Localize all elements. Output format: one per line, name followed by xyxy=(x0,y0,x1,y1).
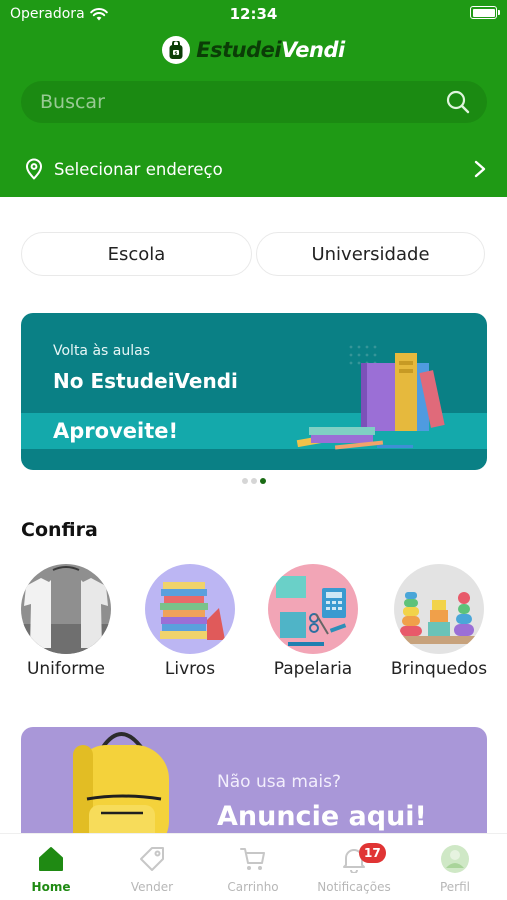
avatar-icon xyxy=(441,845,469,873)
carousel-dots xyxy=(0,478,507,484)
battery-icon xyxy=(470,6,500,19)
carousel-dot[interactable] xyxy=(241,478,248,484)
category-label: Uniforme xyxy=(26,659,106,679)
category-label: Papelaria xyxy=(273,659,353,679)
books-illustration xyxy=(296,345,445,450)
segment-universidade[interactable]: Universidade xyxy=(256,232,485,276)
segment-escola[interactable]: Escola xyxy=(21,232,252,276)
category-papelaria[interactable]: Papelaria xyxy=(253,564,373,679)
tab-home[interactable]: Home xyxy=(1,844,101,894)
tab-vender[interactable]: Vender xyxy=(102,844,202,894)
books-photo xyxy=(145,564,235,654)
category-label: Livros xyxy=(164,659,216,679)
category-label: Brinquedos xyxy=(390,659,488,679)
tshirt-photo xyxy=(21,564,111,654)
location-pin-icon xyxy=(26,158,42,180)
sell-promo-banner[interactable]: Não usa mais? Anuncie aqui! xyxy=(21,727,487,847)
chevron-right-icon xyxy=(474,160,486,178)
tab-label: Perfil xyxy=(439,880,471,894)
address-selector[interactable]: Selecionar endereço xyxy=(24,152,487,186)
backpack-illustration xyxy=(73,732,169,847)
logo-text: EstudeiVendi xyxy=(196,38,345,62)
header: Operadora 12:34 $ EstudeiVendi Buscar Se… xyxy=(0,0,507,197)
address-label: Selecionar endereço xyxy=(54,159,223,179)
app-screen: Operadora 12:34 $ EstudeiVendi Buscar Se… xyxy=(0,0,507,900)
section-title-confira: Confira xyxy=(21,519,98,541)
category-list: Uniforme Livros Papelaria Brinquedos xyxy=(0,564,507,694)
tab-label: Notificações xyxy=(317,880,391,894)
notification-count-badge: 17 xyxy=(359,843,386,863)
backpack-logo-icon: $ xyxy=(162,36,191,64)
promo-line1: Não usa mais? xyxy=(217,772,341,792)
category-uniforme[interactable]: Uniforme xyxy=(6,564,126,679)
search-bar[interactable]: Buscar xyxy=(21,81,487,123)
status-bar: Operadora 12:34 xyxy=(0,0,507,28)
app-logo: $ EstudeiVendi xyxy=(0,33,507,67)
search-input[interactable]: Buscar xyxy=(40,91,445,113)
tab-label: Home xyxy=(31,880,71,894)
banner-subtitle: Volta às aulas xyxy=(53,343,151,359)
tab-notificacoes[interactable]: 17 Notificações xyxy=(304,843,404,894)
clock: 12:34 xyxy=(229,5,278,23)
bottom-tab-bar: Home Vender Carrinho 17 Notificações Per… xyxy=(0,833,507,900)
cart-icon xyxy=(240,848,265,870)
svg-text:$: $ xyxy=(175,50,178,56)
tab-carrinho[interactable]: Carrinho xyxy=(203,844,303,894)
promo-banner-carousel[interactable]: Volta às aulas No EstudeiVendi Aproveite… xyxy=(21,313,487,470)
category-livros[interactable]: Livros xyxy=(130,564,250,679)
logo-text-vendi: Vendi xyxy=(281,38,345,62)
toys-photo xyxy=(394,564,484,654)
logo-text-estudei: Estudei xyxy=(196,38,282,62)
search-icon[interactable] xyxy=(445,89,471,115)
category-brinquedos[interactable]: Brinquedos xyxy=(379,564,499,679)
tag-icon xyxy=(140,847,164,871)
tab-label: Vender xyxy=(130,880,174,894)
promo-line2: Anuncie aqui! xyxy=(217,801,427,832)
tab-label: Carrinho xyxy=(227,880,279,894)
stationery-photo xyxy=(268,564,358,654)
carousel-dot-active[interactable] xyxy=(259,478,266,484)
banner-title: No EstudeiVendi xyxy=(53,369,238,393)
home-icon xyxy=(39,847,63,871)
tab-perfil[interactable]: Perfil xyxy=(405,844,505,894)
carousel-dot[interactable] xyxy=(250,478,257,484)
banner-cta: Aproveite! xyxy=(53,419,179,443)
